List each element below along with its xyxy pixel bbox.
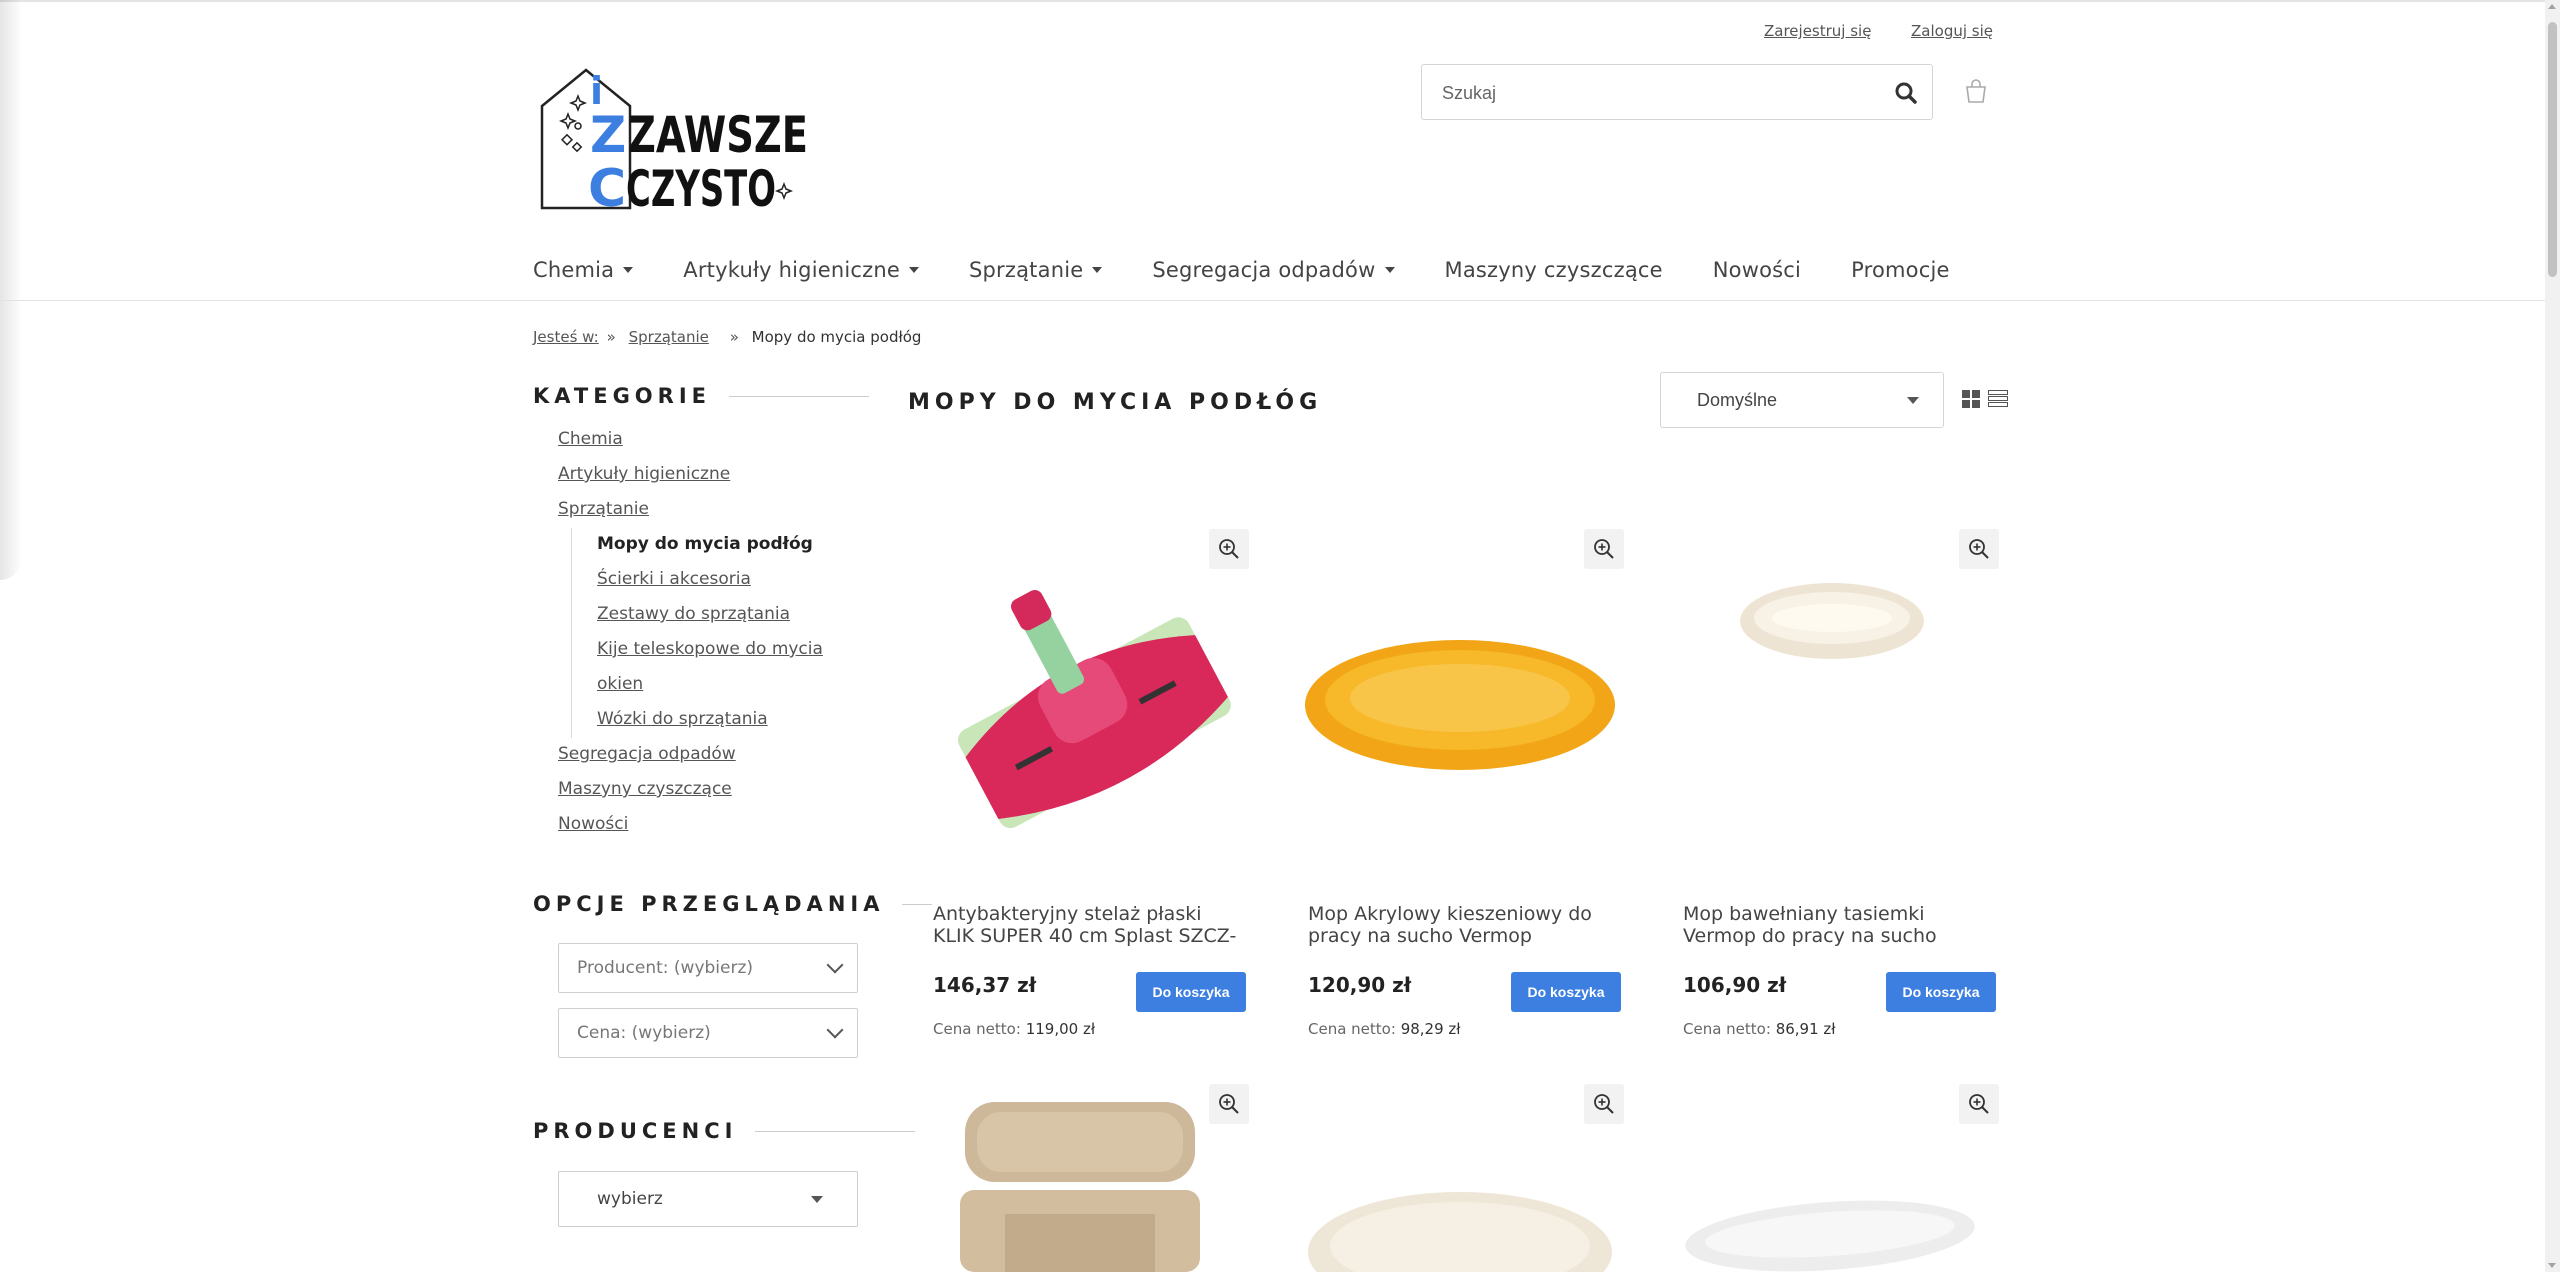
search-box xyxy=(1421,64,1933,120)
zoom-button[interactable] xyxy=(1959,1084,1999,1124)
product-image-mop-bawelniany[interactable] xyxy=(1738,578,1926,664)
caret-down-icon xyxy=(1907,397,1919,404)
categories-heading: KATEGORIE xyxy=(533,384,869,408)
product-netto: Cena netto: 98,29 zł xyxy=(1308,1020,1461,1038)
chevron-down-icon xyxy=(826,956,844,974)
scrollbar-thumb[interactable] xyxy=(2548,22,2557,277)
breadcrumb-current: Mopy do mycia podłóg xyxy=(751,328,922,346)
product-image-mop-6[interactable] xyxy=(1680,1196,1980,1272)
product-price: 146,37 zł xyxy=(933,973,1037,997)
zoom-button[interactable] xyxy=(1959,529,1999,569)
breadcrumb: Jesteś w: » Sprzątanie » Mopy do mycia po… xyxy=(533,328,921,346)
list-view-icon[interactable] xyxy=(1988,390,2008,408)
producers-select[interactable]: wybierz xyxy=(558,1171,858,1227)
category-sprzatanie[interactable]: Sprzątanie xyxy=(558,499,649,519)
sort-select[interactable]: Domyślne xyxy=(1660,372,1944,428)
category-segregacja[interactable]: Segregacja odpadów xyxy=(558,744,736,764)
breadcrumb-separator: » xyxy=(729,328,739,346)
subcategory-kije-line2[interactable]: okien xyxy=(597,674,643,694)
add-to-cart-button[interactable]: Do koszyka xyxy=(1136,972,1246,1012)
svg-text:Z: Z xyxy=(590,106,626,164)
price-filter-select[interactable]: Cena: (wybierz) xyxy=(558,1008,858,1058)
category-nowosci[interactable]: Nowości xyxy=(558,814,628,834)
nav-item-maszyny-czyszczace[interactable]: Maszyny czyszczące xyxy=(1445,255,1663,285)
breadcrumb-prefix[interactable]: Jesteś w: xyxy=(533,328,599,346)
nav-item-nowosci[interactable]: Nowości xyxy=(1713,255,1801,285)
search-icon[interactable] xyxy=(1894,81,1918,105)
zoom-button[interactable] xyxy=(1584,529,1624,569)
product-price: 106,90 zł xyxy=(1683,973,1787,997)
add-to-cart-button[interactable]: Do koszyka xyxy=(1511,972,1621,1012)
zoom-button[interactable] xyxy=(1209,529,1249,569)
product-image-mop-akrylowy[interactable] xyxy=(1300,630,1620,780)
nav-item-artykuly-higieniczne[interactable]: Artykuły higieniczne xyxy=(683,255,919,285)
svg-text:CZYSTO: CZYSTO xyxy=(626,160,776,214)
login-link[interactable]: Zaloguj się xyxy=(1911,22,1993,40)
producer-filter-select[interactable]: Producent: (wybierz) xyxy=(558,943,858,993)
producers-heading: PRODUCENCI xyxy=(533,1119,916,1143)
subcategory-mopy[interactable]: Mopy do mycia podłóg xyxy=(597,534,813,554)
breadcrumb-sprzatanie[interactable]: Sprzątanie xyxy=(629,328,709,346)
zoom-button[interactable] xyxy=(1584,1084,1624,1124)
nav-item-chemia[interactable]: Chemia xyxy=(533,255,634,285)
subcategory-wozki[interactable]: Wózki do sprzątania xyxy=(597,709,768,729)
top-border xyxy=(0,0,2545,2)
svg-text:ZAWSZE: ZAWSZE xyxy=(628,106,808,164)
scrollbar[interactable] xyxy=(2545,0,2560,1272)
zoom-in-icon xyxy=(1594,539,1614,559)
zoom-in-icon xyxy=(1969,1094,1989,1114)
product-image-mop-5[interactable] xyxy=(1305,1182,1615,1272)
breadcrumb-separator: » xyxy=(606,328,616,346)
cart-icon[interactable] xyxy=(1963,78,1989,104)
product-name[interactable]: Mop bawełniany tasiemki Vermop do pracy n… xyxy=(1683,903,2003,947)
scroll-up-icon[interactable] xyxy=(2548,4,2556,9)
logo-graphic: i Z ZAWSZE C CZYSTO xyxy=(540,68,808,219)
chevron-down-icon xyxy=(623,267,634,273)
chevron-down-icon xyxy=(1384,267,1395,273)
grid-view-icon[interactable] xyxy=(1962,390,1980,408)
category-artykuly-higieniczne[interactable]: Artykuły higieniczne xyxy=(558,464,730,484)
zoom-in-icon xyxy=(1219,539,1239,559)
product-image-stelaz[interactable] xyxy=(935,575,1235,835)
svg-text:C: C xyxy=(588,159,626,214)
site-logo[interactable]: i Z ZAWSZE C CZYSTO xyxy=(538,66,818,219)
chevron-down-icon xyxy=(1092,267,1103,273)
zoom-button[interactable] xyxy=(1209,1084,1249,1124)
product-name[interactable]: Antybakteryjny stelaż płaski KLIK SUPER 4… xyxy=(933,903,1253,947)
search-input[interactable] xyxy=(1442,79,1862,107)
zoom-in-icon xyxy=(1219,1094,1239,1114)
product-image-mop-4[interactable] xyxy=(955,1094,1205,1272)
register-link[interactable]: Zarejestruj się xyxy=(1764,22,1871,40)
subcategory-border xyxy=(571,528,572,738)
category-chemia[interactable]: Chemia xyxy=(558,429,623,449)
product-price: 120,90 zł xyxy=(1308,973,1412,997)
nav-item-segregacja-odpadow[interactable]: Segregacja odpadów xyxy=(1152,255,1395,285)
add-to-cart-button[interactable]: Do koszyka xyxy=(1886,972,1996,1012)
chevron-down-icon xyxy=(909,267,919,273)
nav-item-sprzatanie[interactable]: Sprzątanie xyxy=(969,255,1103,285)
product-netto: Cena netto: 86,91 zł xyxy=(1683,1020,1836,1038)
chevron-down-icon xyxy=(826,1021,844,1039)
nav-divider xyxy=(0,300,2545,301)
main-nav: Chemia Artykuły higieniczne Sprzątanie S… xyxy=(533,255,2000,285)
view-options-heading: OPCJE PRZEGLĄDANIA xyxy=(533,892,933,916)
zoom-in-icon xyxy=(1594,1094,1614,1114)
page-shadow xyxy=(0,0,22,580)
zoom-in-icon xyxy=(1969,539,1989,559)
subcategory-kije[interactable]: Kije teleskopowe do mycia xyxy=(597,639,823,659)
nav-item-promocje[interactable]: Promocje xyxy=(1851,255,1950,285)
category-maszyny[interactable]: Maszyny czyszczące xyxy=(558,779,732,799)
product-netto: Cena netto: 119,00 zł xyxy=(933,1020,1096,1038)
subcategory-zestawy[interactable]: Zestawy do sprzątania xyxy=(597,604,790,624)
product-name[interactable]: Mop Akrylowy kieszeniowy do pracy na such… xyxy=(1308,903,1628,947)
page-title: MOPY DO MYCIA PODŁÓG xyxy=(908,390,1323,415)
scroll-down-icon[interactable] xyxy=(2548,1263,2556,1268)
caret-down-icon xyxy=(811,1196,823,1203)
subcategory-scierki[interactable]: Ścierki i akcesoria xyxy=(597,569,751,589)
